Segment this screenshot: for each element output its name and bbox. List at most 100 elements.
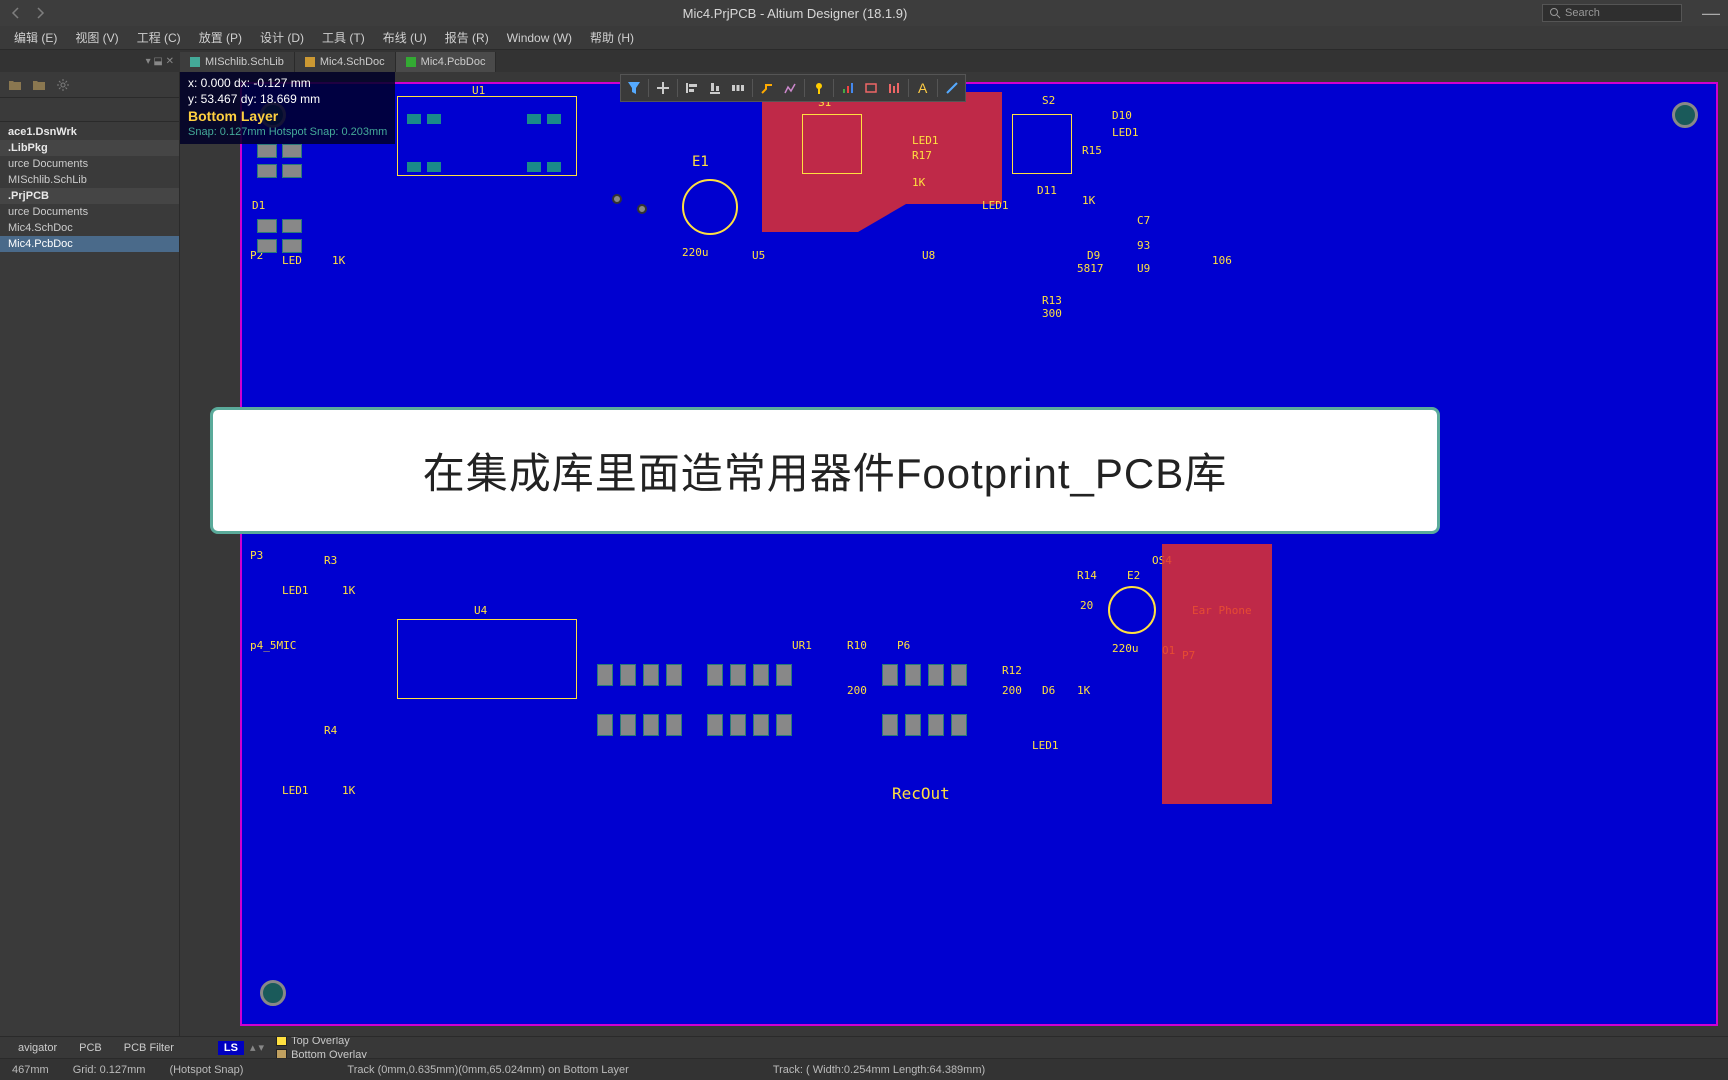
tree-srcdocs1[interactable]: urce Documents: [0, 156, 179, 172]
pad: [427, 114, 441, 124]
tab-schlib[interactable]: MISchlib.SchLib: [180, 52, 295, 72]
pad: [882, 664, 898, 686]
caption-text: 在集成库里面造常用器件Footprint_PCB库: [253, 440, 1397, 501]
plus-icon[interactable]: [652, 77, 674, 99]
minimize-icon[interactable]: —: [1702, 3, 1720, 24]
pad: [776, 714, 792, 736]
panel-pcb[interactable]: PCB: [69, 1040, 112, 1056]
search-input[interactable]: Search: [1542, 4, 1682, 22]
copper-pour: [762, 92, 1002, 232]
menu-window[interactable]: Window (W): [499, 29, 580, 47]
panel-pcb-filter[interactable]: PCB Filter: [114, 1040, 184, 1056]
silk-led: LED: [282, 254, 302, 267]
gear-icon[interactable]: [56, 78, 70, 92]
pad: [597, 664, 613, 686]
folder-icon[interactable]: [8, 78, 22, 92]
tree-libpkg[interactable]: .LibPkg: [0, 140, 179, 156]
layer-top-overlay[interactable]: Top Overlay: [270, 1036, 373, 1048]
rect-icon[interactable]: [860, 77, 882, 99]
filter-icon[interactable]: [623, 77, 645, 99]
layer-set-button[interactable]: LS: [218, 1041, 244, 1055]
menu-route[interactable]: 布线 (U): [375, 27, 435, 48]
pin-icon[interactable]: [808, 77, 830, 99]
silk-u8: U8: [922, 249, 935, 262]
projects-panel: ace1.DsnWrk .LibPkg urce Documents MISch…: [0, 72, 180, 1036]
text-icon[interactable]: A: [912, 77, 934, 99]
pcb-board: U1 S1 S2 D10 LED1 LED1 R17 R15 1K D11 1K…: [240, 82, 1718, 1026]
silk-d6: D6: [1042, 684, 1055, 697]
tab-schdoc[interactable]: Mic4.SchDoc: [295, 52, 396, 72]
mounting-hole: [1672, 102, 1698, 128]
pad: [407, 114, 421, 124]
status-grid: Grid: 0.127mm: [73, 1064, 146, 1076]
panel-navigator[interactable]: avigator: [8, 1040, 67, 1056]
tree-workspace[interactable]: ace1.DsnWrk: [0, 124, 179, 140]
pad: [666, 714, 682, 736]
distribute-icon[interactable]: [727, 77, 749, 99]
menu-help[interactable]: 帮助 (H): [582, 27, 642, 48]
pad: [282, 164, 302, 178]
align-bottom-icon[interactable]: [704, 77, 726, 99]
pad: [257, 144, 277, 158]
layer-swatch: [276, 1036, 287, 1046]
pad: [643, 664, 659, 686]
menu-view[interactable]: 视图 (V): [67, 27, 126, 48]
tree-prjpcb[interactable]: .PrjPCB: [0, 188, 179, 204]
sidebar-toolbar: [0, 72, 179, 98]
align-left-icon[interactable]: [681, 77, 703, 99]
schdoc-icon: [305, 57, 315, 67]
mounting-hole: [260, 980, 286, 1006]
route-m-icon[interactable]: [779, 77, 801, 99]
tree-schlib[interactable]: MISchlib.SchLib: [0, 172, 179, 188]
pad: [666, 664, 682, 686]
silk-1k: 1K: [342, 584, 355, 597]
silk-e1: E1: [692, 154, 709, 170]
menu-project[interactable]: 工程 (C): [129, 27, 189, 48]
pcb-canvas[interactable]: U1 S1 S2 D10 LED1 LED1 R17 R15 1K D11 1K…: [180, 72, 1728, 1036]
menu-design[interactable]: 设计 (D): [252, 27, 312, 48]
pad: [282, 239, 302, 253]
pad: [776, 664, 792, 686]
pad: [527, 114, 541, 124]
back-icon[interactable]: [8, 5, 24, 21]
pad: [282, 219, 302, 233]
status-snap: (Hotspot Snap): [169, 1064, 243, 1076]
caption-overlay: 在集成库里面造常用器件Footprint_PCB库: [210, 407, 1440, 534]
layer-bottom-overlay[interactable]: Bottom Overlay: [270, 1048, 373, 1059]
silk-u4: U4: [474, 604, 487, 617]
silk-u9: U9: [1137, 262, 1150, 275]
status-coord: 467mm: [12, 1064, 49, 1076]
coordinate-display: x: 0.000 dx: -0.127 mm y: 53.467 dy: 18.…: [180, 72, 395, 144]
pcbdoc-icon: [406, 57, 416, 67]
schlib-icon: [190, 57, 200, 67]
silk-e2: E2: [1127, 569, 1140, 582]
menu-edit[interactable]: 编辑 (E): [6, 27, 65, 48]
copper-pour-br: [1162, 544, 1272, 804]
menu-place[interactable]: 放置 (P): [191, 27, 250, 48]
via: [637, 204, 647, 214]
via: [612, 194, 622, 204]
pad: [928, 714, 944, 736]
tree-pcbdoc[interactable]: Mic4.PcbDoc: [0, 236, 179, 252]
forward-icon[interactable]: [32, 5, 48, 21]
cap-e1: [682, 179, 738, 235]
tree-schdoc[interactable]: Mic4.SchDoc: [0, 220, 179, 236]
tab-pcbdoc[interactable]: Mic4.PcbDoc: [396, 52, 497, 72]
silk-led1: LED1: [282, 784, 309, 797]
pad: [547, 162, 561, 172]
pad: [407, 162, 421, 172]
chart-icon[interactable]: [837, 77, 859, 99]
menu-report[interactable]: 报告 (R): [437, 27, 497, 48]
silk-led1r: LED1: [912, 134, 939, 147]
route-icon[interactable]: [756, 77, 778, 99]
folder2-icon[interactable]: [32, 78, 46, 92]
line-icon[interactable]: [941, 77, 963, 99]
silk-r4: R4: [324, 724, 337, 737]
silk-d10: D10: [1112, 109, 1132, 122]
tree-srcdocs2[interactable]: urce Documents: [0, 204, 179, 220]
silk-ur1: UR1: [792, 639, 812, 652]
menu-tools[interactable]: 工具 (T): [314, 27, 373, 48]
silk-5817: 5817: [1077, 262, 1104, 275]
bars-icon[interactable]: [883, 77, 905, 99]
panel-controls[interactable]: ▾ ⬓ ✕: [0, 50, 180, 72]
